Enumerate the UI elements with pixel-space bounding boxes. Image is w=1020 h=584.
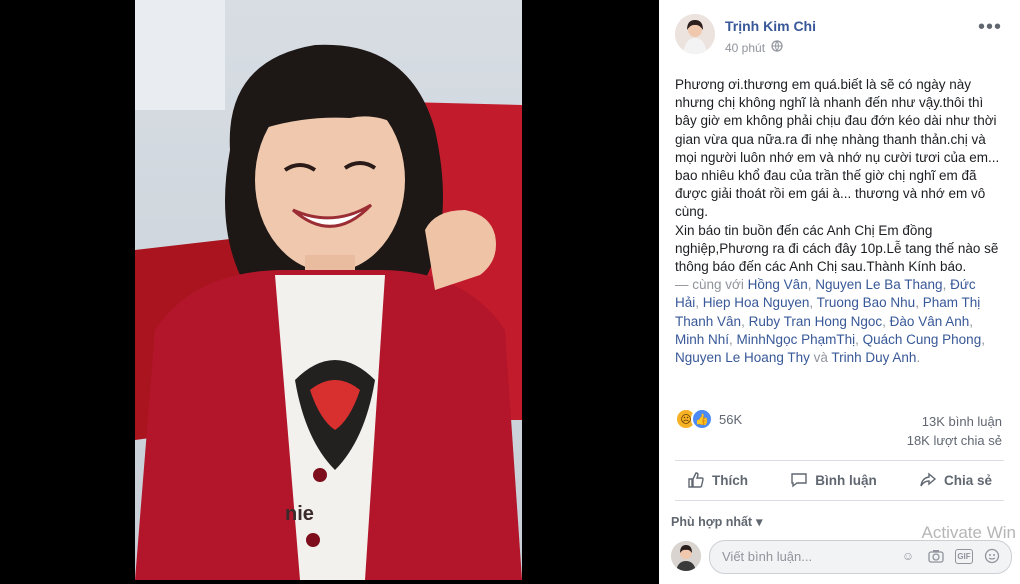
tag-link[interactable]: Nguyen Le Hoang Thy	[675, 350, 810, 365]
emoji-icon[interactable]: ☺	[899, 547, 917, 565]
author-avatar[interactable]	[675, 14, 715, 54]
comment-tools: ☺ GIF	[899, 547, 1001, 565]
tag-link[interactable]: Quách Cung Phong	[863, 332, 982, 347]
comment-placeholder: Viết bình luận...	[722, 549, 813, 564]
post-body: Phương ơi.thương em quá.biết là sẽ có ng…	[675, 76, 1000, 367]
more-icon[interactable]: •••	[978, 16, 1002, 39]
reactions-summary[interactable]: ☹ 👍 56K	[675, 408, 742, 430]
post-meta: 40 phút	[725, 40, 783, 55]
comment-input[interactable]: Viết bình luận... ☺ GIF	[709, 540, 1012, 574]
tag-link[interactable]: Nguyen Le Ba Thang	[815, 277, 942, 292]
post-sidebar: Trịnh Kim Chi 40 phút ••• Phương ơi.thươ…	[659, 0, 1020, 584]
comment-label: Bình luận	[815, 472, 877, 488]
like-label: Thích	[712, 472, 748, 488]
tag-link[interactable]: Truong Bao Nhu	[817, 295, 916, 310]
comments-count[interactable]: 13K bình luận	[907, 412, 1002, 431]
tag-link[interactable]: Đào Vân Anh	[890, 314, 970, 329]
post-paragraph-1: Phương ơi.thương em quá.biết là sẽ có ng…	[675, 77, 1000, 220]
share-label: Chia sẻ	[943, 472, 992, 488]
thumbs-up-icon	[688, 472, 704, 488]
sticker-icon[interactable]	[983, 547, 1001, 565]
post-photo[interactable]: nie	[135, 0, 522, 580]
globe-icon	[771, 40, 783, 55]
viewer-avatar	[671, 541, 701, 571]
share-button[interactable]: Chia sẻ	[907, 471, 1004, 489]
post-paragraph-2: Xin báo tin buồn đến các Anh Chị Em đồng…	[675, 222, 999, 275]
comment-icon	[791, 473, 807, 488]
portrait-illustration: nie	[135, 0, 522, 580]
tag-link[interactable]: Trinh Duy Anh	[831, 350, 916, 365]
engagement-counts: 13K bình luận 18K lượt chia sẻ	[907, 412, 1002, 450]
tag-link[interactable]: Minh Nhí	[675, 332, 729, 347]
comment-filter[interactable]: Phù hợp nhất ▾	[671, 514, 763, 530]
photo-viewer: nie	[0, 0, 658, 584]
like-reaction-icon: 👍	[691, 408, 713, 430]
camera-icon[interactable]	[927, 547, 945, 565]
comment-filter-label: Phù hợp nhất	[671, 514, 753, 529]
tag-link[interactable]: Hồng Vân	[748, 277, 808, 292]
post-time[interactable]: 40 phút	[725, 41, 765, 55]
like-button[interactable]: Thích	[675, 471, 760, 489]
post-header: Trịnh Kim Chi 40 phút •••	[675, 14, 1010, 58]
comment-button[interactable]: Bình luận	[778, 471, 889, 489]
tag-link[interactable]: MinhNgọc PhạmThị	[737, 332, 856, 347]
shares-count[interactable]: 18K lượt chia sẻ	[907, 431, 1002, 450]
caret-down-icon: ▾	[756, 515, 763, 529]
divider	[675, 460, 1004, 461]
with-label: — cùng với	[675, 277, 744, 293]
comment-composer: Viết bình luận... ☺ GIF	[671, 540, 1012, 574]
share-icon	[920, 472, 937, 487]
author-name[interactable]: Trịnh Kim Chi	[725, 18, 816, 34]
tag-link[interactable]: Hiep Hoa Nguyen	[703, 295, 810, 310]
gif-icon[interactable]: GIF	[955, 549, 973, 564]
tagged-friends: — cùng với Hồng Vân, Nguyen Le Ba Thang,…	[675, 277, 985, 366]
and-label: và	[813, 350, 828, 366]
tag-link[interactable]: Ruby Tran Hong Ngoc	[749, 314, 883, 329]
divider	[675, 500, 1004, 501]
svg-text:nie: nie	[285, 503, 314, 525]
action-bar: Thích Bình luận Chia sẻ	[675, 462, 1004, 498]
reactions-count: 56K	[719, 411, 743, 427]
